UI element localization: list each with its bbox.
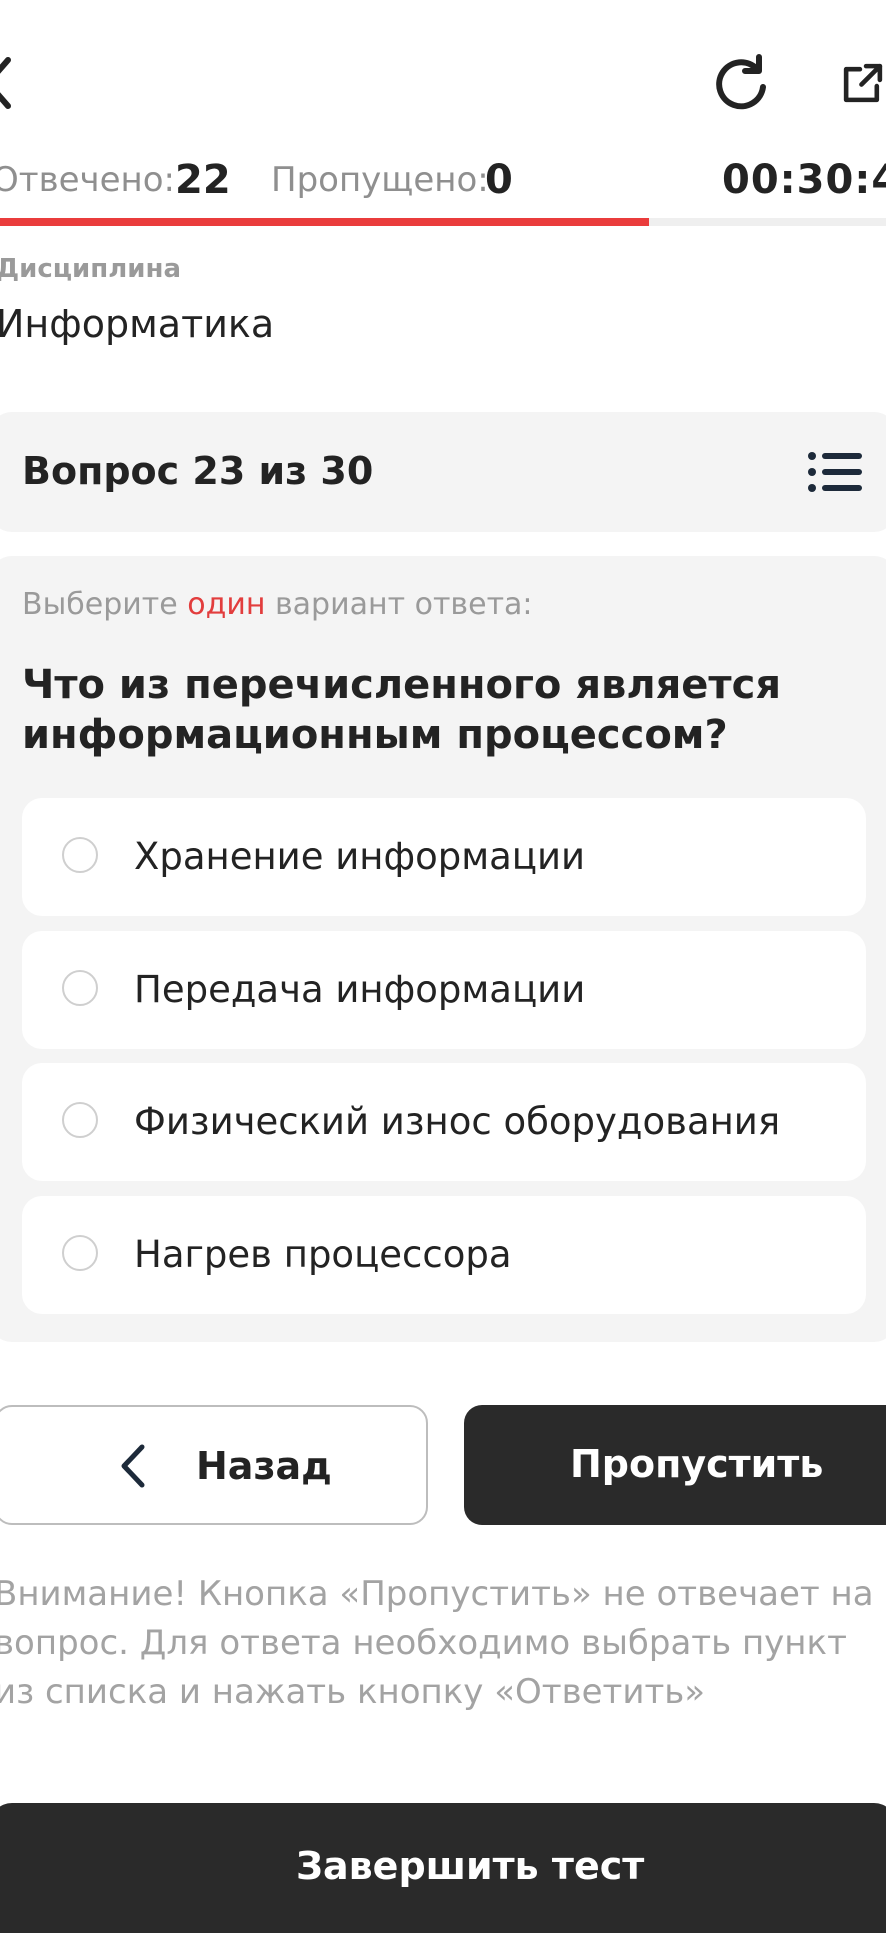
hint-prefix: Выберите [22, 587, 188, 622]
chevron-left-icon [121, 1444, 145, 1488]
skipped-count: 0 [485, 157, 513, 203]
answer-hint: Выберите один вариант ответа: [22, 590, 533, 620]
finish-test-button[interactable]: Завершить тест [0, 1803, 886, 1933]
question-counter: Вопрос 23 из 30 [22, 449, 374, 493]
back-nav-button[interactable] [0, 52, 12, 114]
option-label: Хранение информации [134, 835, 586, 878]
answer-option[interactable]: Хранение информации [22, 798, 866, 916]
timer: 00:30:43 [722, 157, 886, 203]
hint-accent: один [187, 587, 266, 622]
skip-button[interactable]: Пропустить [464, 1405, 886, 1525]
refresh-button[interactable] [708, 52, 774, 114]
progress-bar [0, 218, 886, 226]
refresh-icon [716, 54, 766, 110]
chevron-left-icon [0, 57, 11, 109]
answered-label: Отвечено: [0, 160, 176, 200]
skipped-label: Пропущено: [271, 160, 489, 200]
radio-button[interactable] [62, 1102, 98, 1138]
answer-option[interactable]: Нагрев процессора [22, 1196, 866, 1314]
external-link-icon [843, 63, 883, 103]
finish-test-label: Завершить тест [296, 1844, 645, 1888]
discipline-label: Дисциплина [0, 254, 182, 284]
hint-suffix: вариант ответа: [265, 587, 533, 622]
option-label: Передача информации [134, 968, 586, 1011]
back-button-label: Назад [196, 1444, 332, 1488]
list-icon [808, 452, 862, 492]
question-text: Что из перечисленного является информаци… [22, 662, 782, 758]
answer-option[interactable]: Физический износ оборудования [22, 1063, 866, 1181]
radio-button[interactable] [62, 970, 98, 1006]
answered-count: 22 [175, 157, 231, 203]
option-label: Нагрев процессора [134, 1233, 512, 1276]
answer-option[interactable]: Передача информации [22, 931, 866, 1049]
discipline-value: Информатика [0, 302, 275, 346]
skip-button-label: Пропустить [570, 1442, 824, 1486]
skip-warning: Внимание! Кнопка «Пропустить» не отвечае… [0, 1574, 874, 1712]
progress-fill [0, 218, 650, 226]
question-list-button[interactable] [808, 446, 862, 498]
radio-button[interactable] [62, 1235, 98, 1271]
radio-button[interactable] [62, 837, 98, 873]
back-button[interactable]: Назад [0, 1405, 428, 1525]
option-label: Физический износ оборудования [134, 1100, 781, 1143]
share-button[interactable] [840, 52, 886, 114]
